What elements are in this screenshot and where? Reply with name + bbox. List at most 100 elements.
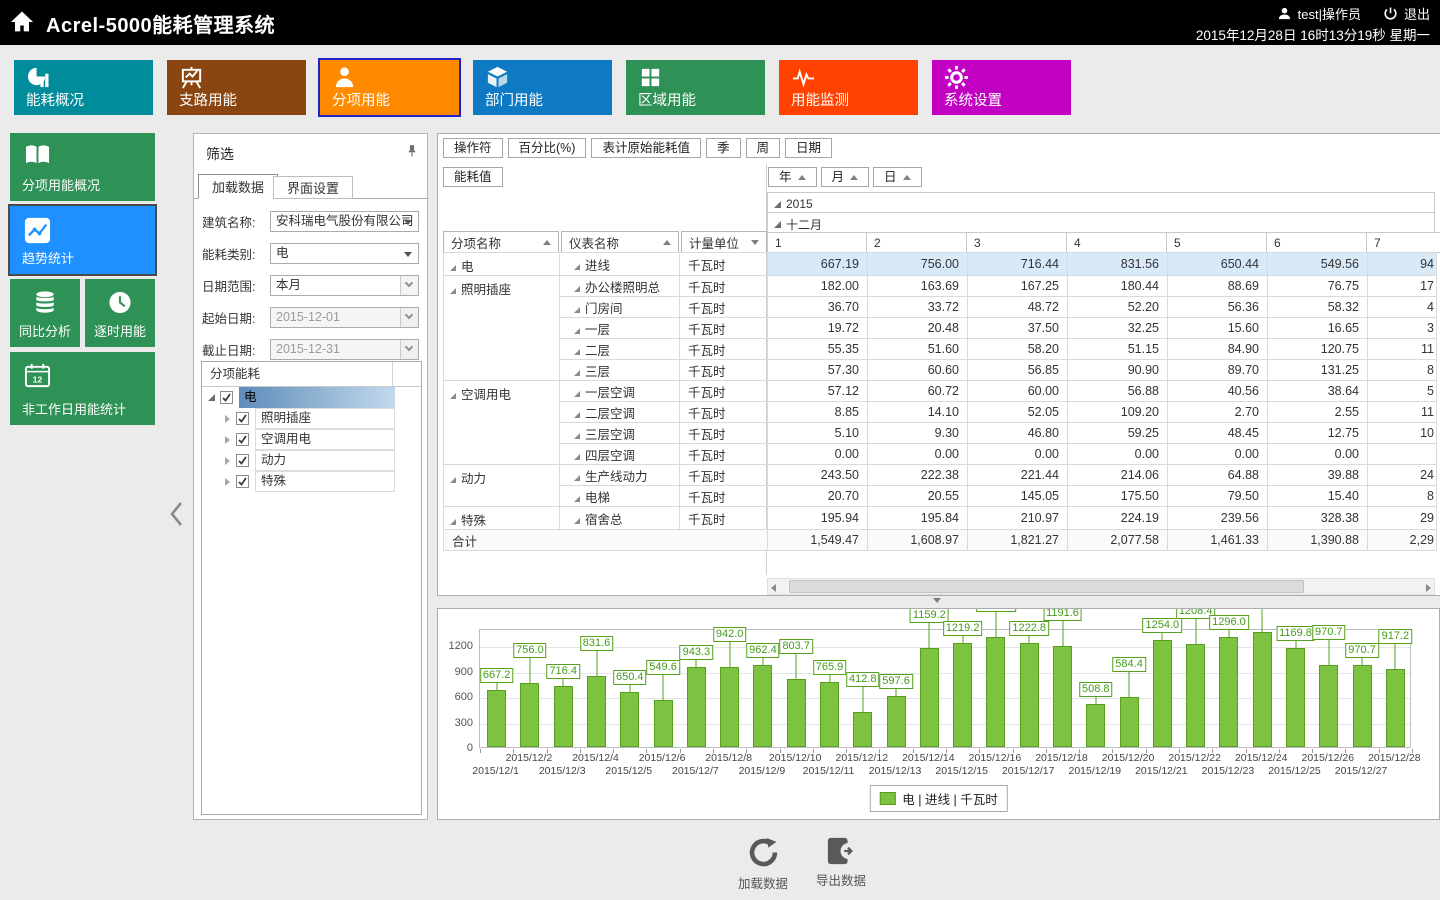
- toolbar-chip-5[interactable]: 日期: [785, 138, 832, 158]
- tab-ui-settings[interactable]: 界面设置: [273, 176, 353, 199]
- energy-type-select[interactable]: 电: [270, 243, 419, 264]
- table-row[interactable]: 空调用电一层空调千瓦时57.1260.7260.0056.8840.5638.6…: [444, 381, 1437, 402]
- logout-button[interactable]: 退出: [1404, 4, 1430, 23]
- scrollbar-thumb[interactable]: [789, 580, 1304, 593]
- sidebar-item-non-workday-statistics[interactable]: 12非工作日用能统计: [10, 352, 155, 425]
- expander-open-icon[interactable]: [574, 286, 580, 292]
- expander-open-icon[interactable]: [574, 496, 580, 502]
- tree-node-child-1[interactable]: 空调用电: [202, 429, 421, 450]
- sidebar-item-yoy-analysis[interactable]: 同比分析: [10, 279, 80, 347]
- horizontal-scrollbar[interactable]: [767, 578, 1435, 595]
- expander-open-icon[interactable]: [450, 519, 456, 525]
- axis-chip-1[interactable]: 月: [821, 167, 870, 187]
- nav-tile-energy-monitoring[interactable]: 用能监测: [779, 60, 918, 115]
- expander-open-icon[interactable]: [574, 391, 580, 397]
- table-row[interactable]: 三层千瓦时57.3060.6056.8590.9089.70131.258: [444, 360, 1437, 381]
- table-row[interactable]: 电梯千瓦时20.7020.55145.05175.5079.5015.408: [444, 486, 1437, 507]
- tree-node-root[interactable]: 电: [202, 387, 421, 408]
- checkbox-checked[interactable]: [236, 412, 249, 425]
- nav-tile-area-energy[interactable]: 区域用能: [626, 60, 765, 115]
- checkbox-checked[interactable]: [236, 475, 249, 488]
- toolbar-chip-0[interactable]: 操作符: [443, 138, 503, 158]
- expander-closed-icon[interactable]: [225, 415, 230, 423]
- table-row[interactable]: 三层空调千瓦时5.109.3046.8059.2548.4512.7510: [444, 423, 1437, 444]
- tree-column-splitter[interactable]: [392, 362, 393, 386]
- load-data-button[interactable]: 加载数据: [738, 836, 788, 892]
- collapse-year-icon[interactable]: [774, 201, 781, 208]
- expander-open-icon[interactable]: [450, 288, 456, 294]
- column-header-2[interactable]: 计量单位: [681, 231, 767, 253]
- sidebar-item-subentry-overview[interactable]: 分项用能概况: [10, 133, 155, 201]
- column-header-0[interactable]: 分项名称: [443, 231, 559, 253]
- expander-open-icon[interactable]: [450, 393, 456, 399]
- sidebar-item-hourly-energy[interactable]: 逐时用能: [85, 279, 155, 347]
- table-row[interactable]: 照明插座办公楼照明总千瓦时182.00163.69167.25180.4488.…: [444, 276, 1437, 297]
- table-row[interactable]: 动力生产线动力千瓦时243.50222.38221.44214.0664.883…: [444, 465, 1437, 486]
- nav-tile-system-settings[interactable]: 系统设置: [932, 60, 1071, 115]
- collapse-month-icon[interactable]: [774, 221, 781, 228]
- building-name-select[interactable]: 安科瑞电气股份有限公司: [270, 211, 419, 232]
- nav-tile-subentry-energy[interactable]: 分项用能: [320, 60, 459, 115]
- table-row[interactable]: 电进线千瓦时667.19756.00716.44831.56650.44549.…: [444, 253, 1437, 276]
- expander-open-icon[interactable]: [574, 433, 580, 439]
- expander-open-icon[interactable]: [208, 394, 215, 401]
- tree-node-child-0[interactable]: 照明插座: [202, 408, 421, 429]
- table-row[interactable]: 二层千瓦时55.3551.6058.2051.1584.90120.7511: [444, 339, 1437, 360]
- home-icon[interactable]: [8, 8, 36, 36]
- expander-closed-icon[interactable]: [225, 436, 230, 444]
- tree-child-label[interactable]: 动力: [255, 450, 395, 471]
- nav-tile-branch-energy[interactable]: 支路用能: [167, 60, 306, 115]
- toolbar-chip-2[interactable]: 表计原始能耗值: [591, 138, 701, 158]
- tree-child-label[interactable]: 空调用电: [255, 429, 395, 450]
- expander-closed-icon[interactable]: [225, 478, 230, 486]
- expander-open-icon[interactable]: [574, 475, 580, 481]
- tree-node-child-2[interactable]: 动力: [202, 450, 421, 471]
- expander-open-icon[interactable]: [574, 264, 580, 270]
- expander-closed-icon[interactable]: [225, 457, 230, 465]
- year-header-row[interactable]: 2015: [767, 192, 1435, 213]
- expander-open-icon[interactable]: [450, 477, 456, 483]
- toolbar-chip-3[interactable]: 季: [706, 138, 741, 158]
- month-header-row[interactable]: 十二月: [767, 212, 1435, 233]
- nav-tile-energy-overview[interactable]: 能耗概况: [14, 60, 153, 115]
- checkbox-checked[interactable]: [236, 433, 249, 446]
- scroll-left-icon[interactable]: [771, 584, 776, 592]
- date-range-select[interactable]: 本月: [270, 275, 419, 296]
- toolbar-chip-1[interactable]: 百分比(%): [508, 138, 587, 158]
- tab-load-data[interactable]: 加载数据: [198, 174, 278, 199]
- expander-open-icon[interactable]: [574, 454, 580, 460]
- sidebar-item-trend-statistics[interactable]: 趋势统计: [10, 206, 155, 274]
- table-row[interactable]: 四层空调千瓦时0.000.000.000.000.000.00: [444, 444, 1437, 465]
- expander-open-icon[interactable]: [450, 265, 456, 271]
- pin-icon[interactable]: [407, 144, 417, 158]
- scroll-right-icon[interactable]: [1426, 584, 1431, 592]
- toolbar-chip-4[interactable]: 周: [746, 138, 781, 158]
- scroll-down-button[interactable]: [928, 598, 946, 608]
- checkbox-checked[interactable]: [236, 454, 249, 467]
- axis-chip-2[interactable]: 日: [873, 167, 922, 187]
- power-icon[interactable]: [1383, 6, 1398, 21]
- collapse-panel-chevron-icon[interactable]: [169, 501, 183, 527]
- table-row[interactable]: 一层千瓦时19.7220.4837.5032.2515.6016.653: [444, 318, 1437, 339]
- axis-chip-0[interactable]: 年: [768, 167, 817, 187]
- tree-root-label[interactable]: 电: [239, 387, 395, 408]
- value-cell: 224.19: [1068, 507, 1168, 530]
- tree-child-label[interactable]: 特殊: [255, 471, 395, 492]
- expander-open-icon[interactable]: [574, 518, 580, 524]
- measure-chip[interactable]: 能耗值: [443, 167, 503, 187]
- expander-open-icon[interactable]: [574, 370, 580, 376]
- tree-node-child-3[interactable]: 特殊: [202, 471, 421, 492]
- expander-open-icon[interactable]: [574, 349, 580, 355]
- table-row[interactable]: 特殊宿舍总千瓦时195.94195.84210.97224.19239.5632…: [444, 507, 1437, 530]
- expander-open-icon[interactable]: [574, 307, 580, 313]
- export-data-button[interactable]: 导出数据: [816, 836, 866, 892]
- expander-open-icon[interactable]: [574, 412, 580, 418]
- expander-open-icon[interactable]: [574, 328, 580, 334]
- tree-child-label[interactable]: 照明插座: [255, 408, 395, 429]
- column-header-1[interactable]: 仪表名称: [561, 231, 679, 253]
- table-row[interactable]: 门房间千瓦时36.7033.7248.7252.2056.3658.324: [444, 297, 1437, 318]
- checkbox-checked[interactable]: [220, 391, 233, 404]
- table-row[interactable]: 二层空调千瓦时8.8514.1052.05109.202.702.5511: [444, 402, 1437, 423]
- bar-2015/12/8: [720, 667, 739, 747]
- nav-tile-department-energy[interactable]: 部门用能: [473, 60, 612, 115]
